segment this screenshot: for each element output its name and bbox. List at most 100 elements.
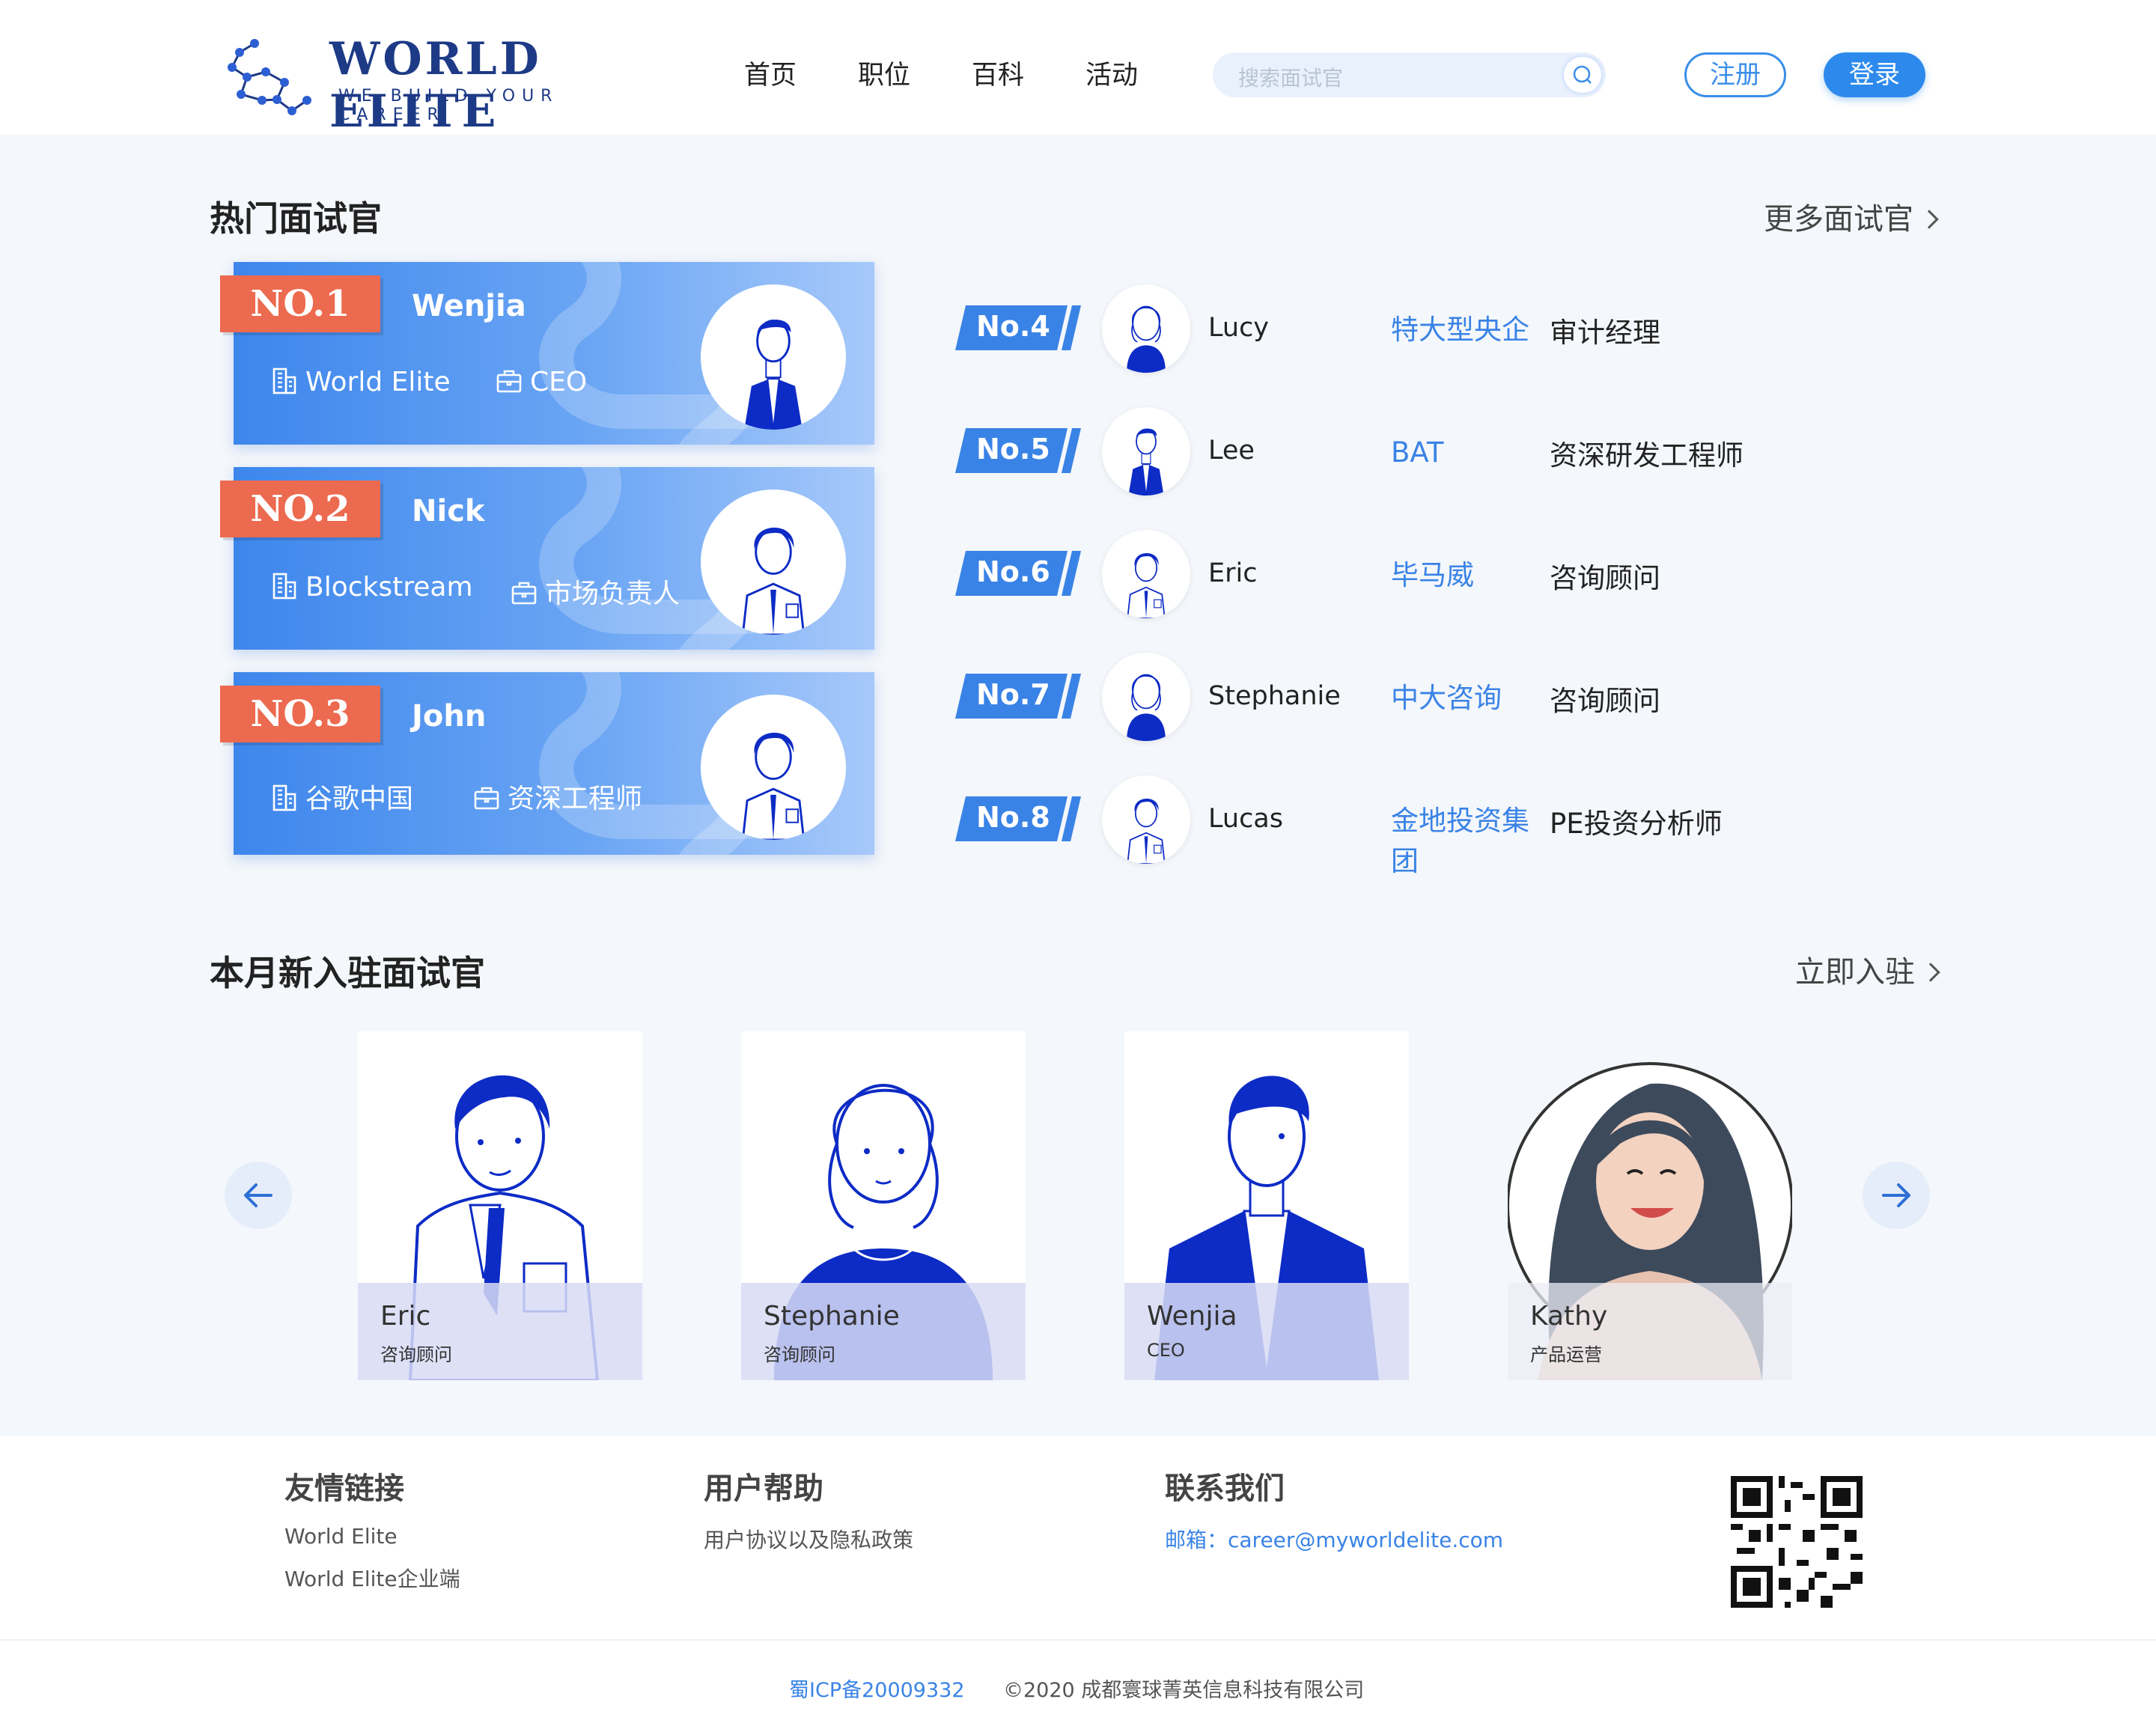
- avatar: [1102, 284, 1190, 373]
- avatar: [701, 695, 846, 840]
- carousel-next-button[interactable]: [1863, 1162, 1930, 1229]
- interviewer-name: Stephanie: [764, 1301, 900, 1332]
- interviewer-position: 咨询顾问: [380, 1344, 452, 1365]
- arrow-left-icon: [244, 1183, 272, 1207]
- interviewer-company[interactable]: BAT: [1391, 433, 1541, 473]
- interviewer-company[interactable]: 毕马威: [1391, 555, 1541, 596]
- footer-link-privacy[interactable]: 用户协议以及隐私政策: [704, 1524, 913, 1554]
- new-interviewer-card[interactable]: Eric 咨询顾问: [358, 1031, 642, 1380]
- ranked-interviewer-row[interactable]: No.7 Stephanie 中大咨询 咨询顾问: [955, 647, 1928, 741]
- avatar: [1102, 653, 1190, 741]
- interviewer-position: 咨询顾问: [764, 1344, 835, 1365]
- arrow-right-icon: [1882, 1183, 1910, 1207]
- briefcase-icon: [474, 787, 499, 810]
- interviewer-name: Lucas: [1208, 804, 1283, 834]
- rank-number: No.8: [976, 801, 1050, 834]
- search-icon: [1573, 65, 1592, 84]
- nav-events[interactable]: 活动: [1085, 54, 1138, 92]
- interviewer-position: 审计经理: [1550, 317, 1660, 349]
- network-logo-icon: [228, 39, 311, 115]
- ranked-interviewer-row[interactable]: No.8 Lucas 金地投资集团 PE投资分析师: [955, 769, 1928, 877]
- ranked-interviewer-row[interactable]: No.6 Eric 毕马威 咨询顾问: [955, 524, 1928, 618]
- rank-badge: NO.1: [220, 275, 380, 332]
- company-label: World Elite: [305, 367, 451, 397]
- rank-number: No.7: [976, 678, 1050, 711]
- login-button[interactable]: 登录: [1824, 52, 1925, 97]
- rank-number: No.6: [976, 555, 1050, 588]
- ranked-interviewer-row[interactable]: No.4 Lucy 特大型央企 审计经理: [955, 278, 1928, 373]
- position-label: CEO: [530, 367, 588, 397]
- nav-home[interactable]: 首页: [744, 54, 797, 92]
- interviewer-company[interactable]: 金地投资集团: [1391, 801, 1541, 882]
- more-interviewers-label: 更多面试官: [1764, 202, 1913, 237]
- interviewer-name: Lucy: [1208, 313, 1270, 343]
- nav-jobs[interactable]: 职位: [858, 54, 910, 92]
- avatar: [1102, 407, 1190, 495]
- footer-contact-title: 联系我们: [1165, 1472, 1285, 1506]
- chevron-right-icon: [1921, 963, 1940, 982]
- interviewer-position: 咨询顾问: [1550, 562, 1660, 594]
- interviewer-company: World Elite: [271, 367, 451, 397]
- position-label: 资深工程师: [508, 784, 643, 814]
- chevron-right-icon: [1919, 210, 1939, 229]
- nav-wiki[interactable]: 百科: [972, 54, 1024, 92]
- position-label: 市场负责人: [545, 579, 680, 609]
- interviewer-name: Wenjia: [1147, 1301, 1237, 1332]
- briefcase-icon: [496, 370, 522, 393]
- footer-help-title: 用户帮助: [704, 1472, 823, 1506]
- footer-contact-email[interactable]: 邮箱：career@myworldelite.com: [1165, 1524, 1503, 1554]
- footer-friends-title: 友情链接: [284, 1472, 404, 1506]
- rank-number: No.4: [976, 310, 1050, 343]
- join-now-link[interactable]: 立即入驻: [1795, 948, 1940, 991]
- new-interviewer-card[interactable]: Wenjia CEO: [1124, 1031, 1409, 1380]
- rank-badge: NO.2: [220, 481, 380, 537]
- interviewer-name: Eric: [1208, 558, 1258, 588]
- copyright-text: ©2020 成都寰球菁英信息科技有限公司: [1003, 1679, 1365, 1702]
- building-icon: [272, 784, 296, 811]
- footer-divider: [0, 1639, 2156, 1641]
- interviewer-position: PE投资分析师: [1550, 808, 1723, 840]
- world-elite-logo[interactable]: WORLD ELITE WE BUILD YOUR CAREER: [225, 33, 674, 138]
- avatar: [1102, 775, 1190, 864]
- search-placeholder: 搜索面试官: [1238, 66, 1344, 91]
- interviewer-name: Nick: [412, 494, 485, 528]
- brand-slogan: WE BUILD YOUR CAREER: [338, 87, 559, 124]
- rank-badge: NO.3: [220, 686, 380, 742]
- ranked-interviewer-row[interactable]: No.5 Lee BAT 资深研发工程师: [955, 401, 1928, 495]
- company-label: 谷歌中国: [305, 784, 414, 814]
- interviewer-company: Blockstream: [271, 572, 473, 603]
- building-icon: [272, 368, 296, 394]
- footer-link-enterprise[interactable]: World Elite企业端: [284, 1563, 460, 1593]
- join-now-label: 立即入驻: [1795, 955, 1915, 990]
- interviewer-name: Stephanie: [1208, 681, 1341, 711]
- carousel-prev-button[interactable]: [225, 1162, 292, 1229]
- hot-section-title: 热门面试官: [210, 198, 382, 239]
- new-interviewer-card[interactable]: Kathy 产品运营: [1508, 1031, 1792, 1380]
- interviewer-position: 产品运营: [1530, 1344, 1602, 1365]
- top-header: WORLD ELITE WE BUILD YOUR CAREER 首页 职位 百…: [0, 0, 2156, 138]
- avatar: [701, 490, 846, 635]
- new-interviewer-card[interactable]: Stephanie 咨询顾问: [741, 1031, 1026, 1380]
- company-label: Blockstream: [305, 572, 473, 603]
- interviewer-position: 资深研发工程师: [1550, 439, 1744, 472]
- interviewer-company[interactable]: 特大型央企: [1391, 310, 1541, 350]
- new-section-title: 本月新入驻面试官: [210, 953, 485, 993]
- more-interviewers-link[interactable]: 更多面试官: [1764, 195, 1939, 238]
- interviewer-position: 市场负责人: [511, 572, 680, 611]
- rank-number: No.5: [976, 433, 1050, 466]
- search-input[interactable]: 搜索面试官: [1213, 52, 1606, 97]
- avatar: [1102, 530, 1190, 618]
- qr-code-icon: [1731, 1476, 1863, 1608]
- interviewer-name: Wenjia: [412, 289, 526, 323]
- avatar: [701, 284, 846, 430]
- interviewer-name: Eric: [380, 1301, 431, 1332]
- register-button[interactable]: 注册: [1684, 52, 1786, 97]
- footer-link-world-elite[interactable]: World Elite: [284, 1524, 398, 1549]
- interviewer-name: Lee: [1208, 436, 1255, 466]
- icp-link[interactable]: 蜀ICP备20009332: [789, 1674, 965, 1703]
- interviewer-company[interactable]: 中大咨询: [1391, 678, 1541, 719]
- search-button[interactable]: [1564, 57, 1601, 93]
- interviewer-position: 咨询顾问: [1550, 685, 1660, 717]
- interviewer-name: Kathy: [1530, 1301, 1608, 1332]
- interviewer-position: CEO: [1147, 1340, 1185, 1361]
